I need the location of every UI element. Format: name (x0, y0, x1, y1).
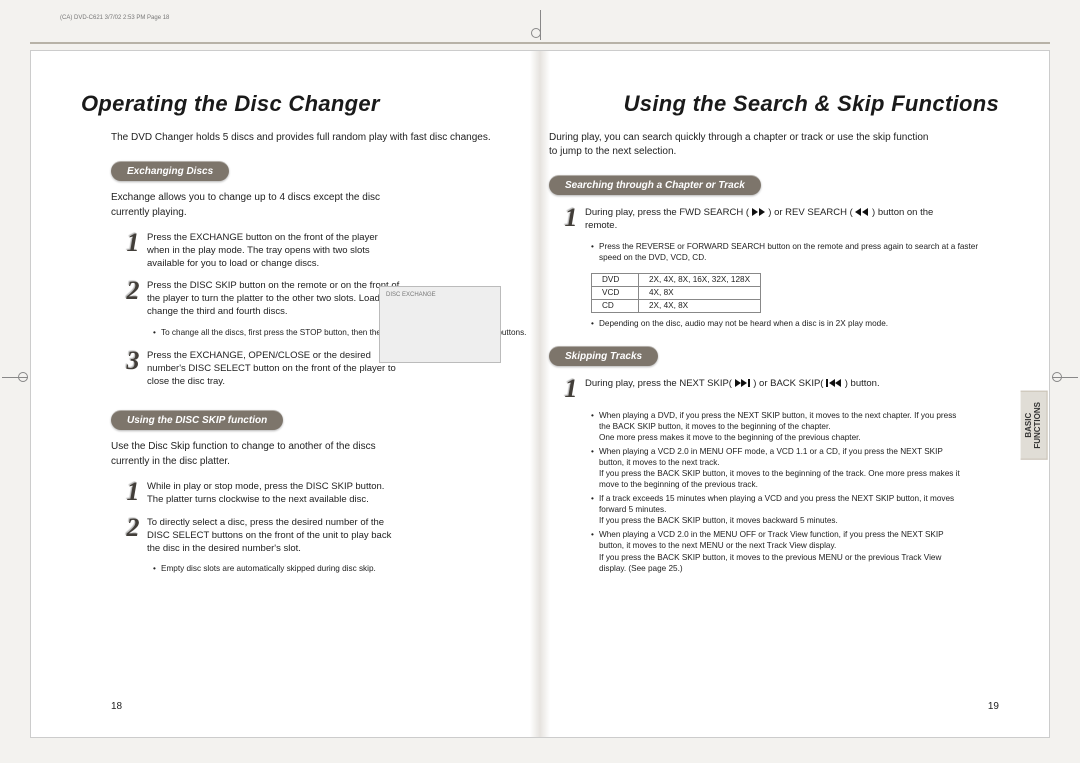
heading-skipping: Skipping Tracks (549, 346, 658, 366)
left-intro: The DVD Changer holds 5 discs and provid… (111, 131, 531, 145)
skipping-notes: When playing a DVD, if you press the NEX… (591, 410, 961, 574)
page-title-right: Using the Search & Skip Functions (549, 91, 999, 117)
step-number-icon: 2 (121, 515, 145, 555)
step-text: While in play or stop mode, press the DI… (147, 479, 401, 507)
step-number-icon: 3 (121, 348, 145, 388)
speed-table: DVD2X, 4X, 8X, 16X, 32X, 128X VCD4X, 8X … (591, 273, 761, 313)
disc-skip-step2: 2 To directly select a disc, press the d… (121, 515, 401, 555)
right-intro: During play, you can search quickly thro… (549, 131, 929, 159)
back-skip-icon (826, 379, 842, 387)
print-metadata: (CA) DVD-C621 3/7/02 2:53 PM Page 18 (60, 15, 169, 21)
exchanging-step3: 3 Press the EXCHANGE, OPEN/CLOSE or the … (121, 348, 401, 388)
page-title-left: Operating the Disc Changer (81, 91, 531, 117)
page-spread: Operating the Disc Changer The DVD Chang… (30, 50, 1050, 738)
exchanging-intro: Exchange allows you to change up to 4 di… (111, 191, 386, 220)
table-cell: CD (592, 299, 639, 312)
step-text: Press the EXCHANGE, OPEN/CLOSE or the de… (147, 348, 401, 388)
step-text: Press the DISC SKIP button on the remote… (147, 278, 401, 318)
disc-skip-notes: Empty disc slots are automatically skipp… (153, 563, 531, 574)
registration-mark-top (535, 10, 545, 40)
table-row: VCD4X, 8X (592, 286, 761, 299)
step-number-icon: 1 (121, 230, 145, 270)
list-item: If a track exceeds 15 minutes when playi… (591, 493, 961, 526)
step-number-icon: 1 (559, 205, 583, 233)
image-label: DISC EXCHANGE (386, 292, 436, 298)
list-item: When playing a VCD 2.0 in the MENU OFF o… (591, 529, 961, 573)
disc-skip-step1: 1 While in play or stop mode, press the … (121, 479, 401, 507)
disc-skip-intro: Use the Disc Skip function to change to … (111, 440, 386, 469)
exchanging-step1: 1 Press the EXCHANGE button on the front… (121, 230, 401, 270)
table-cell: VCD (592, 286, 639, 299)
list-item: Empty disc slots are automatically skipp… (153, 563, 531, 574)
registration-mark-right (1050, 370, 1080, 384)
step-text: During play, press the NEXT SKIP( ) or B… (585, 376, 880, 402)
step-number-icon: 1 (559, 376, 583, 402)
list-item: When playing a DVD, if you press the NEX… (591, 410, 961, 443)
table-row: DVD2X, 4X, 8X, 16X, 32X, 128X (592, 273, 761, 286)
heading-searching: Searching through a Chapter or Track (549, 175, 761, 195)
section-tab-basic-functions: BASIC FUNCTIONS (1021, 391, 1048, 460)
exchanging-step2: 2 Press the DISC SKIP button on the remo… (121, 278, 401, 318)
table-cell: 2X, 4X, 8X (639, 299, 761, 312)
left-page: Operating the Disc Changer The DVD Chang… (81, 91, 531, 712)
page-number-18: 18 (111, 701, 122, 712)
forward-search-icon (752, 208, 766, 216)
step-text: Press the EXCHANGE button on the front o… (147, 230, 401, 270)
list-item: When playing a VCD 2.0 in MENU OFF mode,… (591, 446, 961, 490)
table-cell: DVD (592, 273, 639, 286)
step-number-icon: 1 (121, 479, 145, 507)
table-cell: 4X, 8X (639, 286, 761, 299)
reverse-search-icon (855, 208, 869, 216)
disc-exchange-image: DISC EXCHANGE (379, 286, 501, 363)
list-item: Press the REVERSE or FORWARD SEARCH butt… (591, 241, 999, 263)
heading-disc-skip: Using the DISC SKIP function (111, 410, 283, 430)
step-text: During play, press the FWD SEARCH ( ) or… (585, 205, 959, 233)
skipping-step1: 1 During play, press the NEXT SKIP( ) or… (559, 376, 959, 402)
table-cell: 2X, 4X, 8X, 16X, 32X, 128X (639, 273, 761, 286)
searching-footnote: Depending on the disc, audio may not be … (591, 319, 999, 328)
searching-notes: Press the REVERSE or FORWARD SEARCH butt… (591, 241, 999, 263)
searching-step1: 1 During play, press the FWD SEARCH ( ) … (559, 205, 959, 233)
heading-exchanging-discs: Exchanging Discs (111, 161, 229, 181)
registration-mark-left (0, 370, 30, 384)
table-row: CD2X, 4X, 8X (592, 299, 761, 312)
step-number-icon: 2 (121, 278, 145, 318)
next-skip-icon (735, 379, 751, 387)
right-page: Using the Search & Skip Functions During… (549, 91, 999, 712)
page-number-19: 19 (988, 701, 999, 712)
step-text: To directly select a disc, press the des… (147, 515, 401, 555)
